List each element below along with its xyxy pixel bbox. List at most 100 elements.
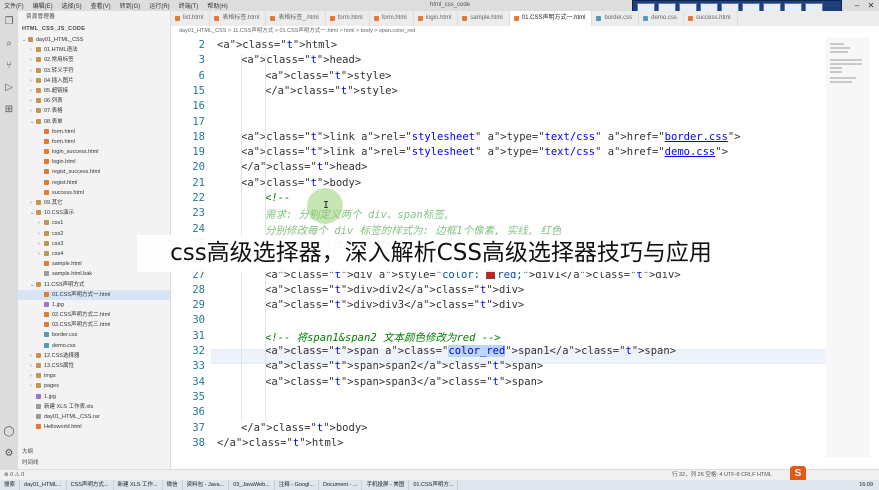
code-line[interactable]: <!-- — [265, 192, 290, 204]
editor-tab[interactable]: login.html — [414, 11, 459, 26]
taskbar-app[interactable]: Document - ... — [319, 480, 363, 490]
code-line[interactable]: </a">class="t">style> — [265, 85, 398, 97]
tree-file[interactable]: border.css — [18, 330, 170, 340]
tree-file[interactable]: day01_HTML_CSS.rar — [18, 412, 170, 422]
taskbar-app[interactable]: 03_JavaWeb... — [229, 480, 275, 490]
taskbar-app[interactable]: 手机投屏 - 美图 — [362, 480, 410, 490]
tree-file[interactable]: login_success.html — [18, 147, 170, 157]
taskbar-app[interactable]: 注释 - Googl... — [275, 480, 319, 490]
tree-folder[interactable]: › 02.常用标签 — [18, 55, 170, 65]
taskbar-app[interactable]: 资料包 - Java... — [183, 480, 230, 490]
tree-folder[interactable]: ⌄ day01_HTML_CSS — [18, 35, 170, 45]
run-debug-icon[interactable]: ▷ — [0, 77, 18, 99]
code-line[interactable]: 需求: 分别定义两个 div、span标签, — [265, 207, 450, 222]
code-line[interactable]: <a">class="t">html> — [217, 39, 337, 51]
taskbar-search[interactable]: 搜索 — [0, 480, 21, 490]
tree-file[interactable]: 02.CSS声明方式二.html — [18, 310, 170, 320]
tree-file[interactable]: 1.jpg — [18, 300, 170, 310]
editor-tab[interactable]: 表格标签_.html — [266, 11, 326, 26]
code-line[interactable]: <a">class="t">div>div3</a">class="t">div… — [265, 299, 524, 311]
tree-file[interactable]: login.html — [18, 157, 170, 167]
editor-tab[interactable]: form.html — [326, 11, 370, 26]
close-icon[interactable]: ✕ — [864, 0, 878, 11]
tree-folder[interactable]: › 04.插入图片 — [18, 76, 170, 86]
editor-tab[interactable]: list.html — [171, 11, 211, 26]
code-line[interactable]: <a">class="t">style> — [265, 70, 391, 82]
tree-item-label: css3 — [52, 240, 64, 247]
code-line[interactable]: <a">class="t">link a">rel="stylesheet" a… — [241, 131, 741, 143]
tree-file[interactable]: regist.html — [18, 178, 170, 188]
tree-folder[interactable]: › 13.CSS属性 — [18, 361, 170, 371]
menu-file[interactable]: 文件(F) — [4, 1, 24, 10]
tree-file[interactable]: Helloworld.html — [18, 422, 170, 432]
source-control-icon[interactable]: ⑂ — [0, 55, 18, 77]
tree-folder[interactable]: › 12.CSS选择器 — [18, 351, 170, 361]
account-icon[interactable]: ◯ — [0, 421, 18, 443]
editor-tab[interactable]: form.html — [370, 11, 414, 26]
code-line[interactable]: </a">class="t">body> — [241, 422, 367, 434]
minimize-icon[interactable]: – — [850, 0, 864, 11]
tree-file[interactable]: success.html — [18, 188, 170, 198]
code-line[interactable]: <a">class="t">link a">rel="stylesheet" a… — [241, 146, 728, 158]
code-line[interactable]: <!-- 将span1&span2 文本颜色修改为red --> — [265, 330, 501, 345]
tree-folder[interactable]: › 07.表格 — [18, 106, 170, 116]
code-line[interactable]: <a">class="t">div>div2</a">class="t">div… — [265, 284, 524, 296]
outline-panel[interactable]: 大纲 — [18, 447, 170, 458]
timeline-panel[interactable]: 时间线 — [18, 458, 170, 469]
tree-folder[interactable]: › 09.其它 — [18, 198, 170, 208]
editor-tab[interactable]: border.css — [592, 11, 640, 26]
tree-folder[interactable]: › pages — [18, 381, 170, 391]
editor-tabs: list.html 表格标签.html 表格标签_.html form.html for… — [171, 11, 879, 26]
tree-file[interactable]: 03.CSS声明方式三.html — [18, 320, 170, 330]
menu-terminal[interactable]: 终端(T) — [179, 1, 199, 10]
code-line[interactable]: <a">class="t">head> — [241, 54, 361, 66]
breadcrumb[interactable]: day01_HTML_CSS > 11.CSS声明方式 > 01.CSS声明方式… — [171, 26, 879, 37]
taskbar-app[interactable]: 微信 — [163, 480, 183, 490]
workspace-root[interactable]: HTML_CSS_JS_CODE — [18, 23, 170, 35]
taskbar-app[interactable]: 01.CSS声明方... — [409, 480, 459, 490]
editor-tab[interactable]: 01.CSS声明方式一.html — [509, 11, 593, 26]
tree-file[interactable]: 1.jpg — [18, 392, 170, 402]
editor-tab[interactable]: demo.css — [639, 11, 684, 26]
tree-folder[interactable]: ⌄ 08.表单 — [18, 117, 170, 127]
menu-view[interactable]: 查看(V) — [91, 1, 111, 10]
tree-file[interactable]: demo.css — [18, 341, 170, 351]
code-line[interactable]: <a">class="t">body> — [241, 177, 361, 189]
editor-tab[interactable]: sample.html — [458, 11, 510, 26]
tree-folder[interactable]: ⌄ 11.CSS声明方式 — [18, 280, 170, 290]
tree-file[interactable]: 新建 XLS 工作表.xls — [18, 402, 170, 412]
tree-folder[interactable]: › 01.HTML语法 — [18, 45, 170, 55]
search-icon[interactable]: ⌕ — [0, 33, 18, 55]
menu-edit[interactable]: 编辑(E) — [33, 1, 53, 10]
minimap[interactable] — [826, 37, 870, 457]
menu-run[interactable]: 运行(R) — [149, 1, 169, 10]
taskbar-app[interactable]: 新建 XLS 工作... — [114, 480, 163, 490]
tree-file[interactable]: form.html — [18, 127, 170, 137]
tree-file[interactable]: regist_success.html — [18, 167, 170, 177]
explorer-icon[interactable]: ❐ — [0, 11, 18, 33]
taskbar-app[interactable]: CSS声明方式... — [67, 480, 114, 490]
taskbar-app[interactable]: day01_HTML... — [20, 480, 67, 490]
code-line[interactable]: </a">class="t">head> — [241, 161, 367, 173]
code-line[interactable]: <a">class="t">span a">class="color_red">… — [265, 345, 676, 357]
tree-file[interactable]: 01.CSS声明方式一.html — [18, 289, 170, 300]
code-line[interactable]: <a">class="t">span>span3</a">class="t">s… — [265, 376, 543, 388]
editor-tab[interactable]: success.html — [684, 11, 738, 26]
tree-folder[interactable]: › 05.超链接 — [18, 86, 170, 96]
tree-folder[interactable]: › imgs — [18, 371, 170, 381]
tree-item-label: day01_HTML_CSS — [36, 37, 84, 43]
tree-item-label: 12.CSS选择器 — [44, 352, 80, 359]
menu-help[interactable]: 帮助(H) — [207, 1, 227, 10]
tree-file[interactable]: form.html — [18, 137, 170, 147]
editor-tab[interactable]: 表格标签.html — [210, 11, 267, 26]
menu-selection[interactable]: 选择(S) — [62, 1, 82, 10]
tree-folder[interactable]: › 03.转义字符 — [18, 66, 170, 76]
code-line[interactable]: <a">class="t">span>span2</a">class="t">s… — [265, 360, 543, 372]
tree-folder[interactable]: › 06.列表 — [18, 96, 170, 106]
gear-icon[interactable]: ⚙ — [0, 443, 18, 465]
code-line[interactable]: </a">class="t">html> — [217, 437, 343, 449]
extensions-icon[interactable]: ⊞ — [0, 99, 18, 121]
menu-go[interactable]: 转到(G) — [120, 1, 141, 10]
tree-folder[interactable]: ⌄ 10.CSS演示 — [18, 208, 170, 218]
tree-folder[interactable]: › css1 — [18, 218, 170, 228]
